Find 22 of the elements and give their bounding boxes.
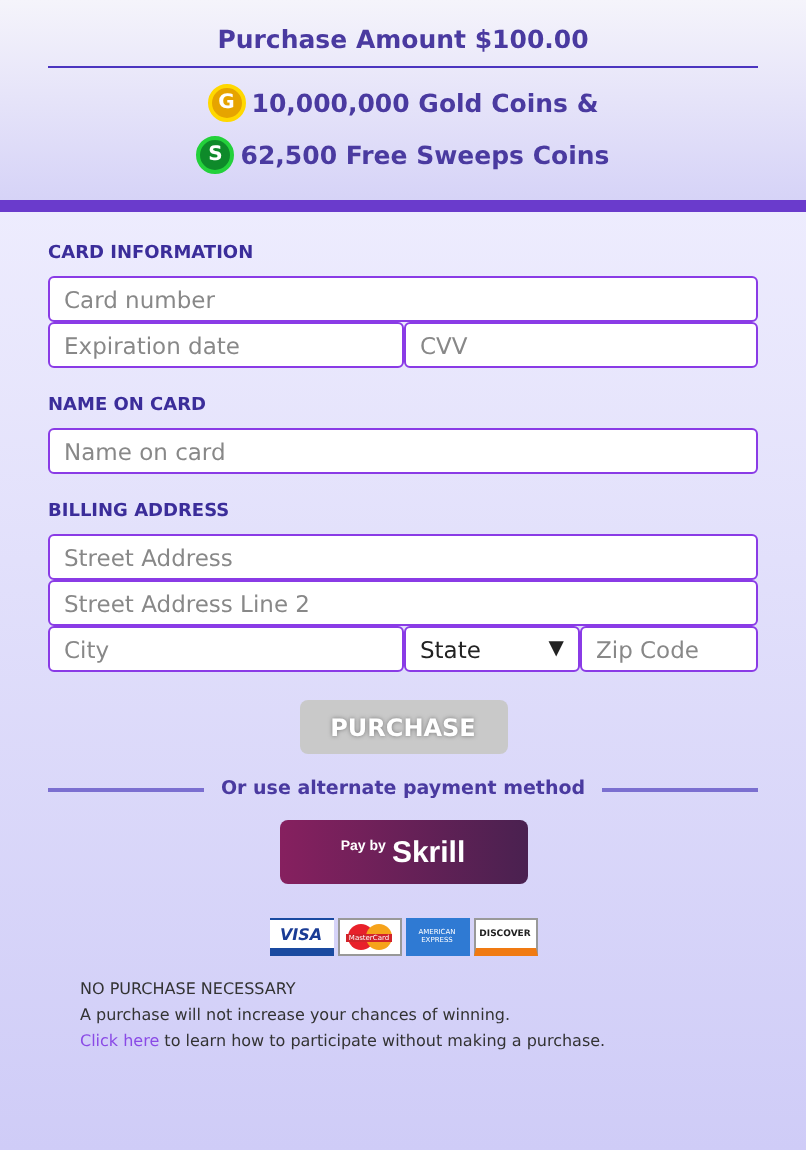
input-field[interactable]: Street Address Line 2 bbox=[48, 580, 758, 626]
state-select[interactable]: State ▼ bbox=[404, 626, 580, 672]
input-field[interactable]: Card number bbox=[48, 276, 758, 322]
input-field[interactable]: Zip Code bbox=[580, 626, 758, 672]
reward-text: 10,000,000 Gold Coins & bbox=[251, 87, 599, 117]
card-logo-text: VISA bbox=[279, 925, 323, 943]
input-field[interactable]: Expiration date bbox=[48, 322, 404, 368]
section-heading: BILLING ADDRESS bbox=[48, 502, 232, 522]
notice-text: NO PURCHASE NECESSARY bbox=[80, 978, 298, 1002]
notice-text: A purchase will not increase your chances of winning. bbox=[80, 1004, 513, 1028]
section-heading: CARD INFORMATION bbox=[48, 244, 256, 264]
purchase-amount: Purchase Amount $100.00 bbox=[217, 24, 589, 54]
input-field[interactable]: Name on card bbox=[48, 428, 758, 474]
section-heading: NAME ON CARD bbox=[48, 396, 209, 416]
coin-icon: G bbox=[207, 83, 246, 121]
reward-text: 62,500 Free Sweeps Coins bbox=[240, 139, 610, 169]
coin-icon: S bbox=[196, 135, 235, 173]
input-field[interactable]: City bbox=[48, 626, 404, 672]
notice-text: Click here to learn how to participate without making a purchase. bbox=[80, 1030, 608, 1054]
input-field[interactable]: CVV bbox=[404, 322, 758, 368]
input-field[interactable]: Street Address bbox=[48, 534, 758, 580]
divider-label: Or use alternate payment method bbox=[220, 778, 586, 800]
